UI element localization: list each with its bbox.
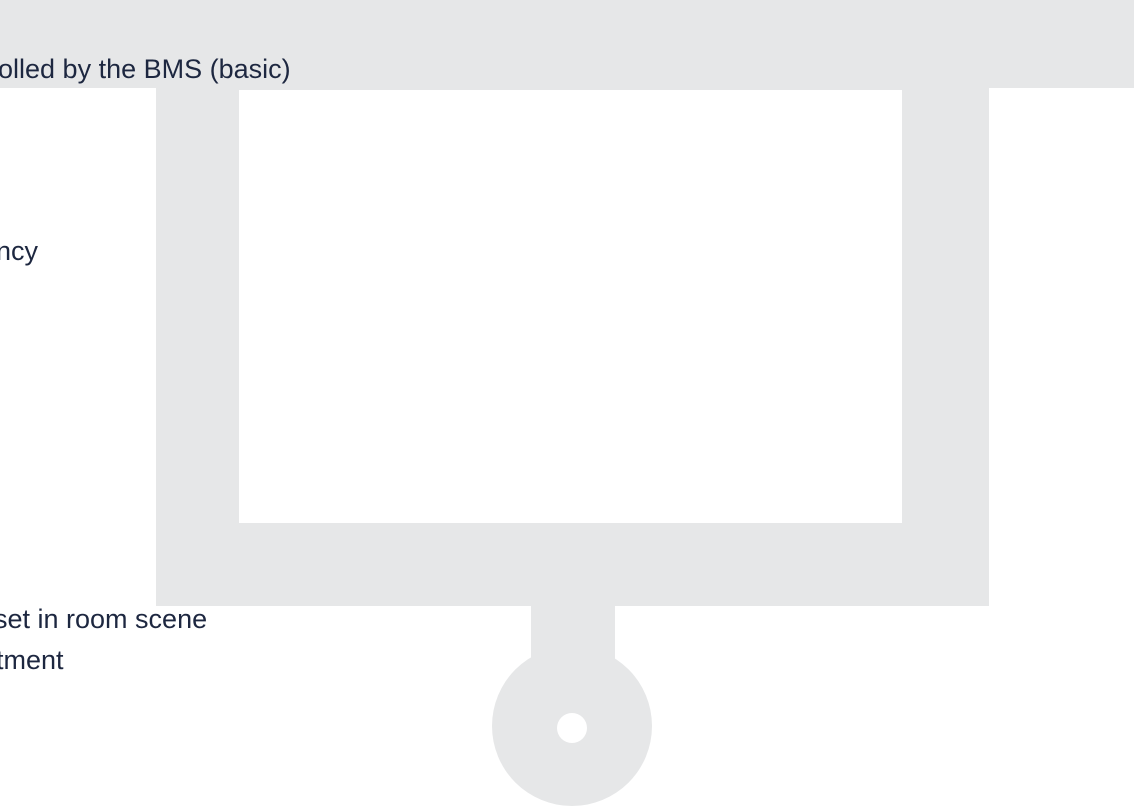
projector-screen-icon [0,0,1134,806]
screen-frame [156,0,989,606]
page: olled by the BMS (basic) ncy set in room… [0,0,1134,809]
text-line-adjustment: tment [0,645,64,675]
text-line-occupancy: ncy [0,236,39,266]
text-line-room-scene: set in room scene [0,604,208,634]
text-line-bms-control: olled by the BMS (basic) [0,54,291,84]
pull-handle-hole [557,713,587,743]
